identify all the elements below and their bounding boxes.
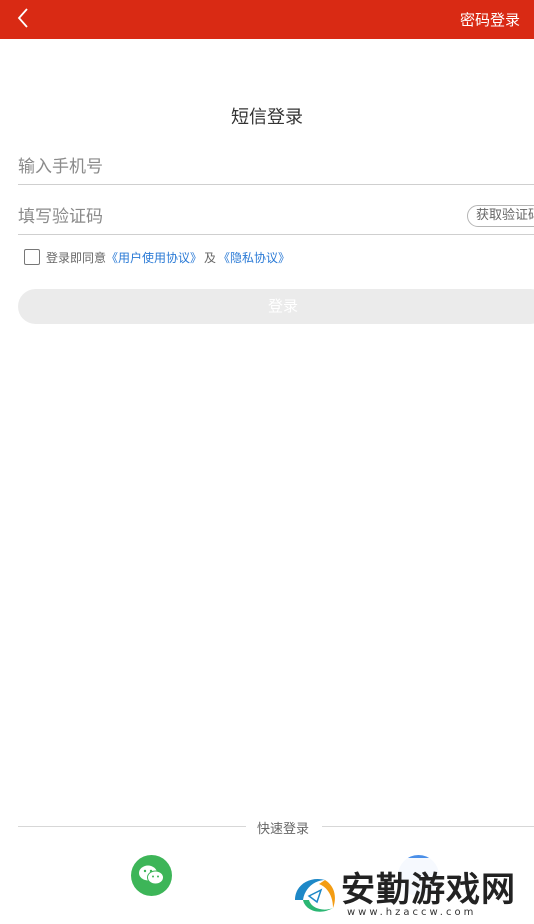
agreement-checkbox[interactable] xyxy=(24,249,40,265)
get-code-clip: 获取验证码 xyxy=(18,200,534,234)
back-button[interactable] xyxy=(10,4,38,32)
chevron-left-icon xyxy=(17,8,28,28)
divider-line-right xyxy=(322,826,534,827)
wechat-login-button[interactable] xyxy=(131,855,172,896)
agreement-and: 及 xyxy=(204,250,217,265)
login-button[interactable]: 登录 xyxy=(18,289,534,324)
code-field-row: 获取验证码 xyxy=(18,200,534,235)
quick-login-label: 快速登录 xyxy=(257,822,310,837)
watermark-icon xyxy=(295,878,335,912)
user-agreement-link[interactable]: 《用户使用协议》 xyxy=(106,249,202,266)
agreement-prefix: 登录即同意 xyxy=(46,250,107,265)
top-bar: 密码登录 xyxy=(0,0,534,39)
get-code-button[interactable]: 获取验证码 xyxy=(467,205,534,227)
wechat-icon xyxy=(139,865,164,885)
watermark-url: www.hzaccw.com xyxy=(347,907,477,918)
watermark-text: 安勤游戏网 xyxy=(341,870,516,910)
watermark-logo: 安勤游戏网 www.hzaccw.com xyxy=(285,858,534,924)
agreement-row: 登录即同意 《用户使用协议》 及 《隐私协议》 xyxy=(24,247,290,267)
password-login-button[interactable]: 密码登录 xyxy=(460,9,520,30)
quick-login-divider: 快速登录 xyxy=(18,817,534,837)
phone-field-row xyxy=(18,150,534,185)
divider-line-left xyxy=(18,826,246,827)
page-title: 短信登录 xyxy=(231,107,303,128)
phone-input[interactable] xyxy=(18,150,534,184)
privacy-policy-link[interactable]: 《隐私协议》 xyxy=(218,249,290,266)
